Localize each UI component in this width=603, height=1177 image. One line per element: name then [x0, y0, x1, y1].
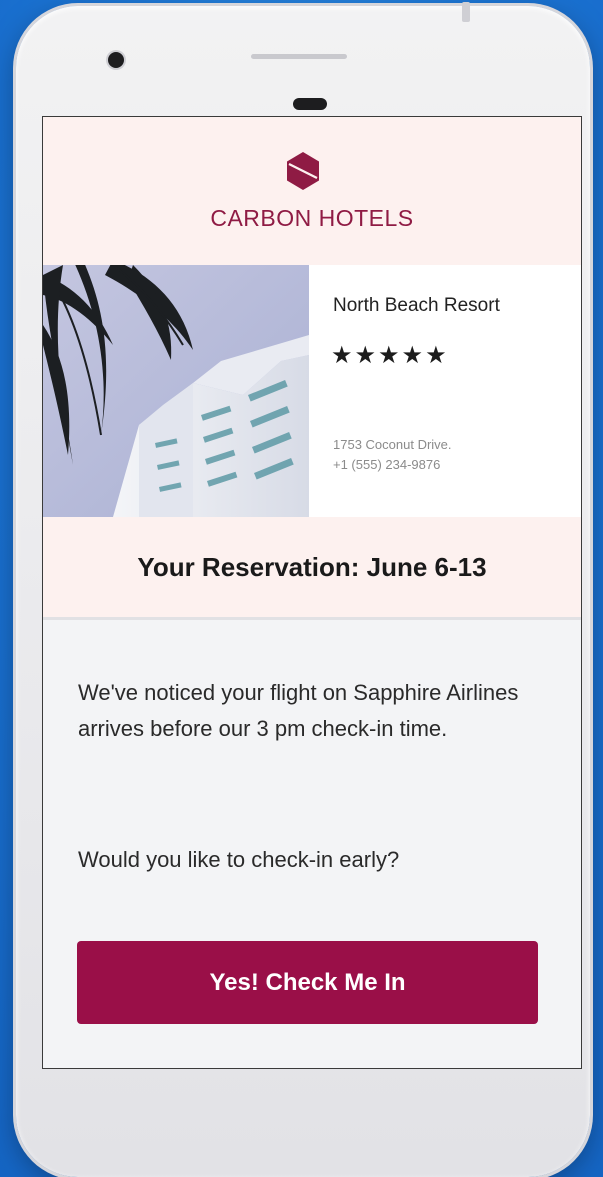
star-rating-icon: ★★★★★: [331, 342, 449, 369]
brand-header: CARBON HOTELS: [43, 117, 581, 265]
hotel-card: North Beach Resort ★★★★★ 1753 Coconut Dr…: [43, 265, 581, 517]
phone-side-button: [462, 2, 470, 22]
hotel-contact: 1753 Coconut Drive. +1 (555) 234-9876: [333, 435, 452, 475]
front-camera: [108, 52, 124, 68]
carbon-hotels-logo-icon: [287, 152, 319, 190]
proximity-sensor: [293, 98, 327, 110]
earpiece-speaker: [251, 54, 347, 59]
hotel-photo: [43, 265, 309, 517]
reservation-banner: Your Reservation: June 6-13: [43, 517, 581, 620]
reservation-title: Your Reservation: June 6-13: [137, 551, 487, 582]
hotel-phone[interactable]: +1 (555) 234-9876: [333, 455, 452, 475]
hotel-name: North Beach Resort: [333, 295, 500, 316]
hotel-address: 1753 Coconut Drive.: [333, 437, 452, 452]
check-me-in-button[interactable]: Yes! Check Me In: [77, 941, 538, 1024]
hotel-info: North Beach Resort ★★★★★ 1753 Coconut Dr…: [309, 265, 581, 517]
early-checkin-notice: We've noticed your flight on Sapphire Ai…: [78, 680, 519, 741]
app-screen: CARBON HOTELS North Beach Resort ★★★★★ 1…: [42, 116, 582, 1069]
early-checkin-question: Would you like to check-in early?: [78, 847, 400, 872]
brand-name: CARBON HOTELS: [210, 205, 414, 231]
